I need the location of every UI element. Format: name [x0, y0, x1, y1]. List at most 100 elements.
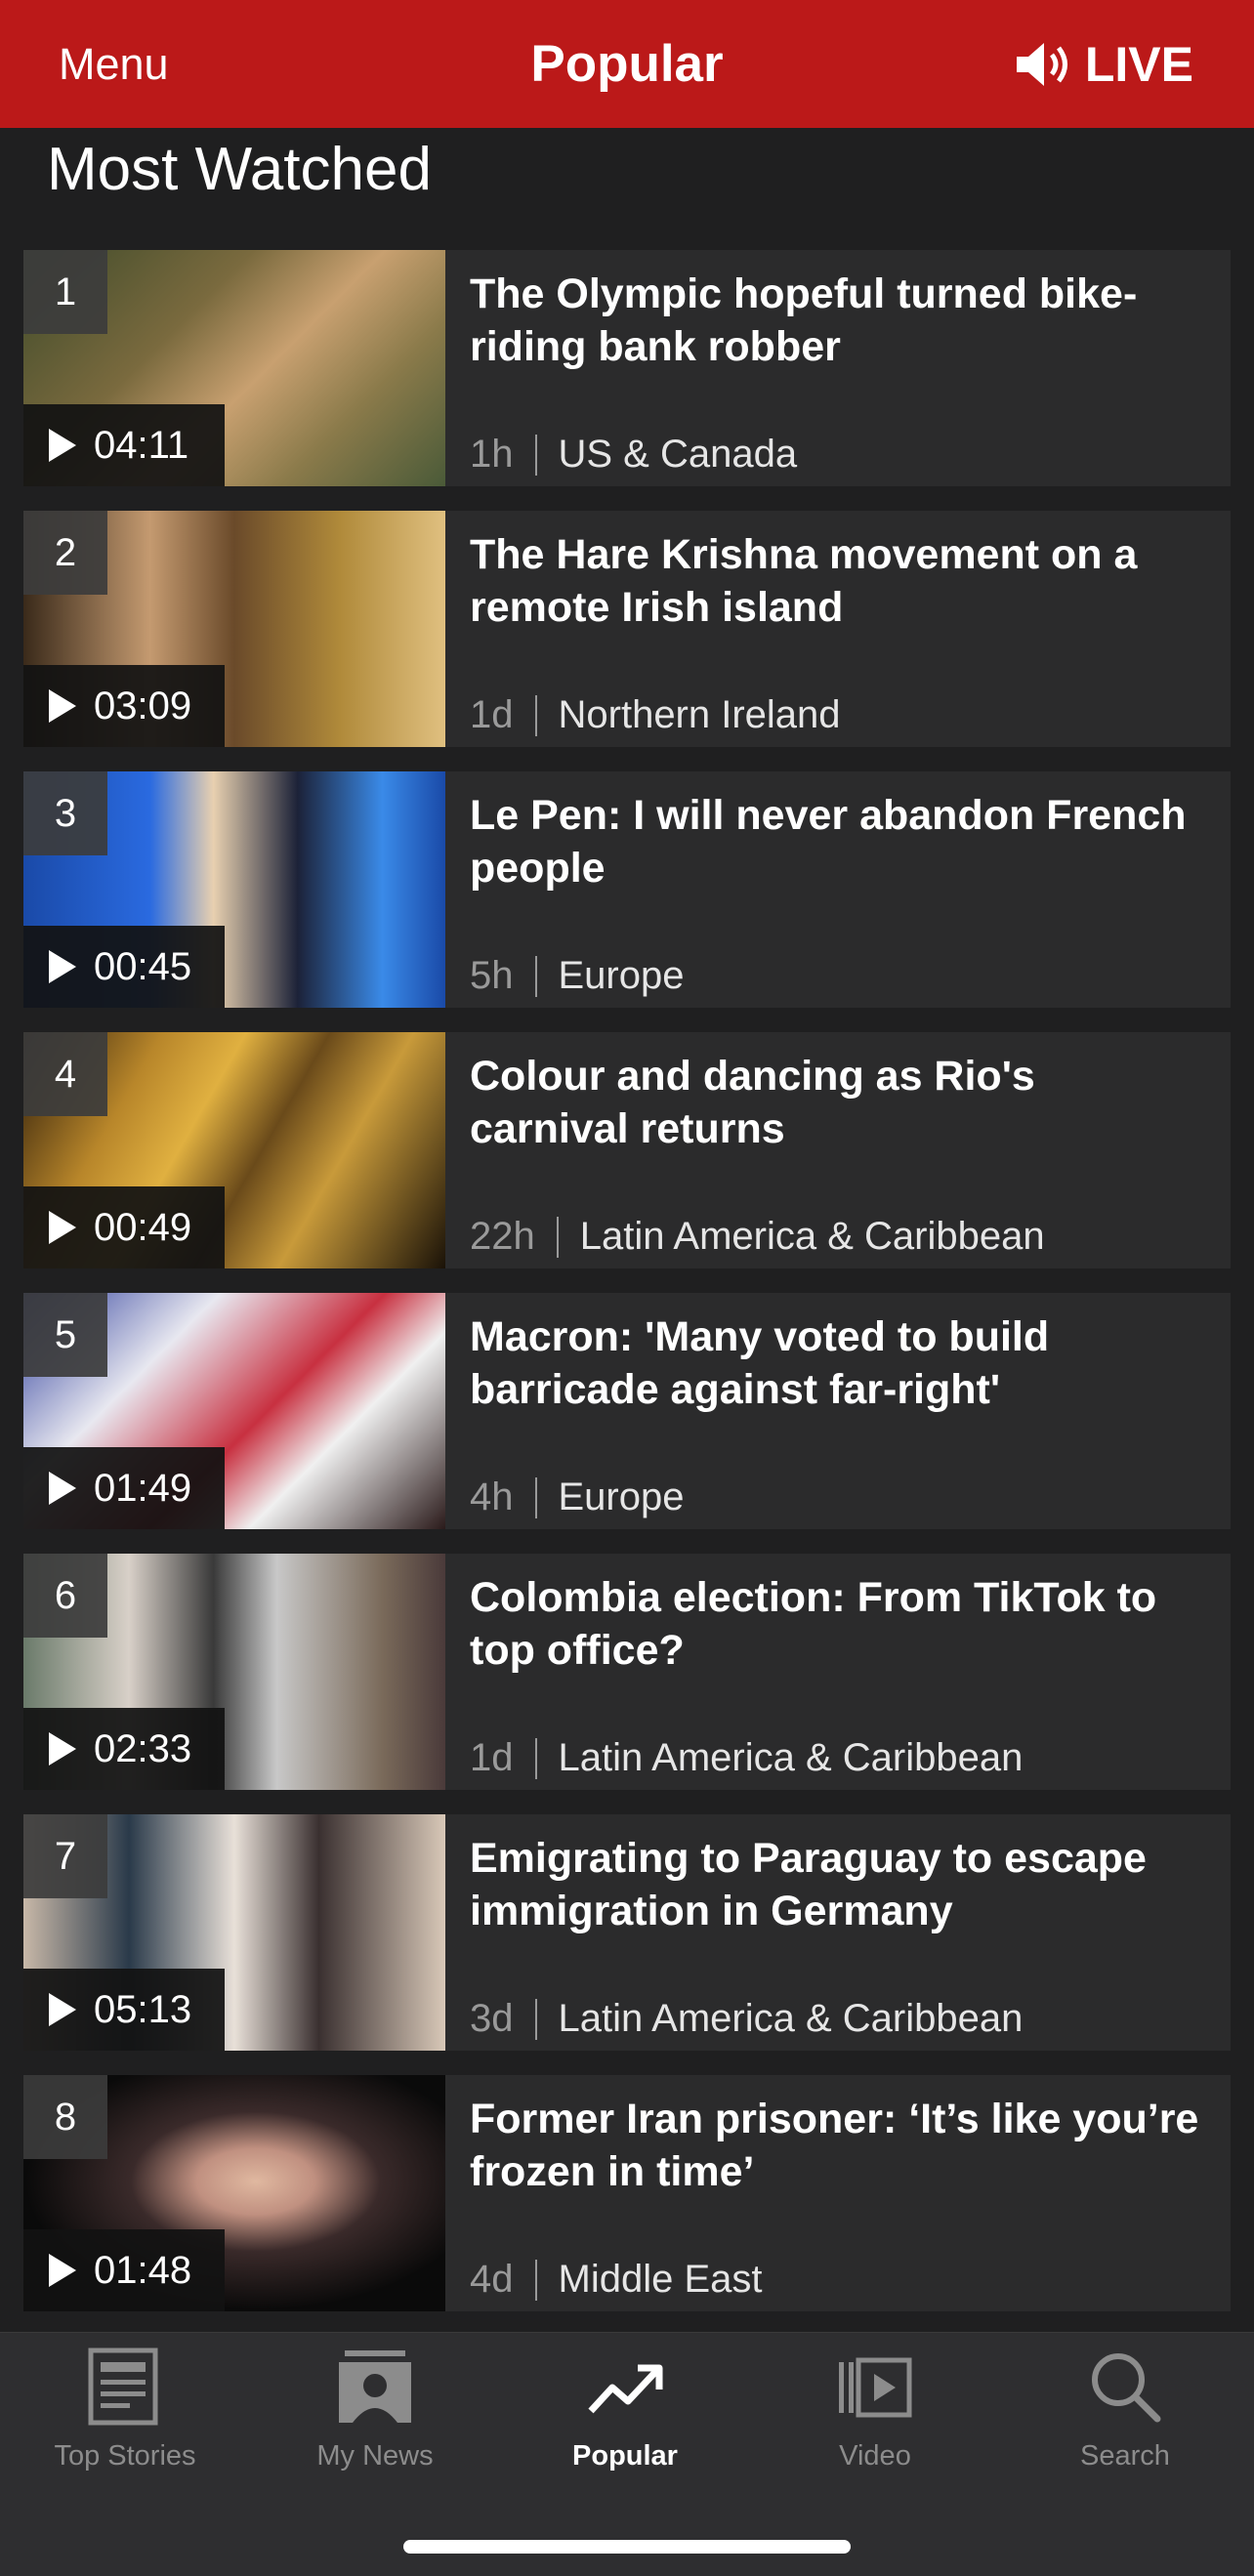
duration-label: 00:49 — [94, 1205, 192, 1249]
video-category: Middle East — [558, 2258, 763, 2301]
duration-label: 01:49 — [94, 1466, 192, 1510]
live-button[interactable]: LIVE — [1013, 36, 1193, 93]
play-icon — [49, 1472, 76, 1505]
video-category: Northern Ireland — [558, 693, 841, 736]
video-thumbnail[interactable]: 8 01:48 — [23, 2075, 445, 2311]
tab-label: My News — [316, 2440, 434, 2472]
video-headline[interactable]: Macron: 'Many voted to build barricade a… — [470, 1310, 1203, 1416]
video-category: US & Canada — [558, 433, 798, 476]
video-age: 3d — [470, 1997, 514, 2040]
duration-label: 03:09 — [94, 684, 192, 727]
video-meta: 4h Europe — [470, 1475, 684, 1519]
duration-badge: 05:13 — [23, 1969, 225, 2051]
rank-badge: 8 — [23, 2075, 107, 2159]
tab-label: Video — [839, 2440, 911, 2472]
rank-badge: 6 — [23, 1554, 107, 1638]
video-headline[interactable]: Former Iran prisoner: ‘It’s like you’re … — [470, 2093, 1203, 2198]
tab-search[interactable]: Search — [1000, 2343, 1250, 2472]
video-category: Europe — [558, 954, 685, 997]
video-card[interactable]: 5 01:49 Macron: 'Many voted to build bar… — [23, 1293, 1231, 1529]
meta-divider — [534, 694, 537, 736]
video-headline[interactable]: Emigrating to Paraguay to escape immigra… — [470, 1832, 1203, 1937]
video-headline[interactable]: Le Pen: I will never abandon French peop… — [470, 789, 1203, 894]
play-icon — [49, 1732, 76, 1766]
rank-badge: 3 — [23, 771, 107, 855]
video-meta: 1h US & Canada — [470, 433, 797, 477]
duration-badge: 00:49 — [23, 1186, 225, 1268]
speaker-icon — [1016, 42, 1067, 86]
video-card[interactable]: 3 00:45 Le Pen: I will never abandon Fre… — [23, 771, 1231, 1008]
video-thumbnail[interactable]: 3 00:45 — [23, 771, 445, 1008]
play-icon — [49, 2254, 76, 2287]
video-headline[interactable]: The Olympic hopeful turned bike-riding b… — [470, 268, 1203, 373]
video-meta: 1d Northern Ireland — [470, 693, 841, 737]
video-category: Latin America & Caribbean — [558, 1736, 1024, 1779]
video-category: Latin America & Caribbean — [558, 1997, 1024, 2040]
tab-my-news[interactable]: My News — [250, 2343, 500, 2472]
home-indicator[interactable] — [403, 2540, 851, 2554]
search-icon — [1092, 2353, 1161, 2423]
trending-icon — [588, 2364, 663, 2414]
video-age: 1d — [470, 1736, 514, 1779]
meta-divider — [534, 1476, 537, 1518]
video-card[interactable]: 7 05:13 Emigrating to Paraguay to escape… — [23, 1814, 1231, 2051]
duration-label: 05:13 — [94, 1987, 192, 2031]
video-meta: 22h Latin America & Caribbean — [470, 1215, 1045, 1259]
meta-divider — [556, 1216, 559, 1258]
rank-badge: 1 — [23, 250, 107, 334]
tab-label: Top Stories — [54, 2440, 196, 2472]
video-age: 1h — [470, 433, 514, 476]
duration-badge: 03:09 — [23, 665, 225, 747]
video-age: 1d — [470, 693, 514, 736]
video-headline[interactable]: Colombia election: From TikTok to top of… — [470, 1571, 1203, 1677]
duration-badge: 02:33 — [23, 1708, 225, 1790]
tab-top-stories[interactable]: Top Stories — [0, 2343, 250, 2472]
menu-button[interactable]: Menu — [59, 39, 169, 90]
video-card[interactable]: 6 02:33 Colombia election: From TikTok t… — [23, 1554, 1231, 1790]
video-thumbnail[interactable]: 7 05:13 — [23, 1814, 445, 2051]
person-icon — [339, 2350, 411, 2423]
video-card[interactable]: 1 04:11 The Olympic hopeful turned bike-… — [23, 250, 1231, 486]
tab-popular[interactable]: Popular — [500, 2343, 750, 2472]
play-icon — [49, 689, 76, 723]
section-title: Most Watched — [47, 136, 432, 203]
rank-badge: 7 — [23, 1814, 107, 1898]
video-meta: 4d Middle East — [470, 2258, 762, 2302]
video-category: Europe — [558, 1475, 685, 1518]
rank-badge: 2 — [23, 511, 107, 595]
play-icon — [49, 429, 76, 462]
play-icon — [49, 1211, 76, 1244]
video-category: Latin America & Caribbean — [579, 1215, 1045, 1258]
play-icon — [49, 950, 76, 983]
live-label: LIVE — [1084, 36, 1193, 92]
rank-badge: 4 — [23, 1032, 107, 1116]
video-age: 4d — [470, 2258, 514, 2301]
meta-divider — [534, 955, 537, 997]
video-thumbnail[interactable]: 2 03:09 — [23, 511, 445, 747]
video-age: 22h — [470, 1215, 535, 1258]
tab-label: Popular — [572, 2440, 678, 2472]
tab-video[interactable]: Video — [750, 2343, 1000, 2472]
video-thumbnail[interactable]: 1 04:11 — [23, 250, 445, 486]
video-meta: 3d Latin America & Caribbean — [470, 1997, 1023, 2041]
video-card[interactable]: 2 03:09 The Hare Krishna movement on a r… — [23, 511, 1231, 747]
video-headline[interactable]: The Hare Krishna movement on a remote Ir… — [470, 528, 1203, 634]
video-card[interactable]: 8 01:48 Former Iran prisoner: ‘It’s like… — [23, 2075, 1231, 2311]
video-thumbnail[interactable]: 5 01:49 — [23, 1293, 445, 1529]
meta-divider — [534, 1737, 537, 1779]
meta-divider — [534, 2259, 537, 2301]
video-age: 4h — [470, 1475, 514, 1518]
duration-badge: 04:11 — [23, 404, 225, 486]
duration-badge: 01:48 — [23, 2229, 225, 2311]
video-thumbnail[interactable]: 4 00:49 — [23, 1032, 445, 1268]
video-icon — [839, 2357, 912, 2418]
rank-badge: 5 — [23, 1293, 107, 1377]
video-card[interactable]: 4 00:49 Colour and dancing as Rio's carn… — [23, 1032, 1231, 1268]
video-thumbnail[interactable]: 6 02:33 — [23, 1554, 445, 1790]
top-bar: Menu Popular LIVE — [0, 0, 1254, 128]
duration-label: 01:48 — [94, 2248, 192, 2292]
play-icon — [49, 1993, 76, 2026]
video-headline[interactable]: Colour and dancing as Rio's carnival ret… — [470, 1050, 1203, 1155]
tab-label: Search — [1080, 2440, 1170, 2472]
duration-label: 04:11 — [94, 423, 189, 467]
